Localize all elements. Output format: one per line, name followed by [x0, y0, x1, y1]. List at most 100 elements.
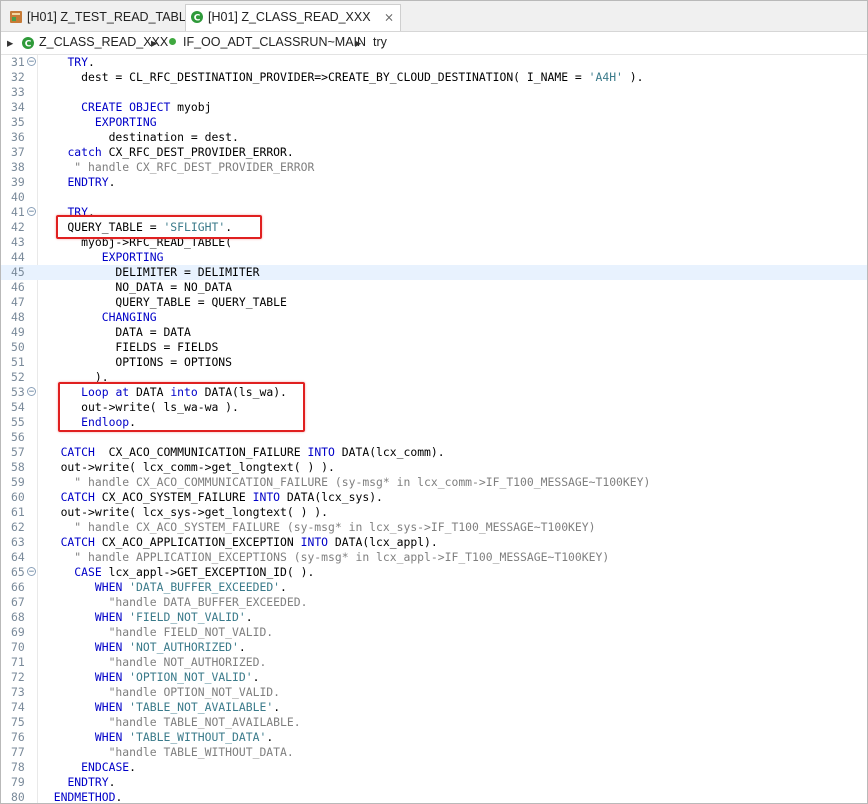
code-text: " handle CX_ACO_COMMUNICATION_FAILURE (s…: [40, 475, 650, 490]
code-line[interactable]: 75 "handle TABLE_NOT_AVAILABLE.: [1, 715, 867, 730]
line-number: 49: [11, 325, 25, 339]
code-line[interactable]: 66 WHEN 'DATA_BUFFER_EXCEEDED'.: [1, 580, 867, 595]
code-token: DATA(lcx_comm).: [334, 445, 445, 459]
code-line[interactable]: 33: [1, 85, 867, 100]
code-line[interactable]: 69 "handle FIELD_NOT_VALID.: [1, 625, 867, 640]
code-line[interactable]: 35 EXPORTING: [1, 115, 867, 130]
code-text: WHEN 'TABLE_WITHOUT_DATA'.: [40, 730, 273, 745]
abap-class-icon: C: [22, 37, 34, 50]
code-line[interactable]: 50 FIELDS = FIELDS: [1, 340, 867, 355]
code-line[interactable]: 36 destination = dest.: [1, 130, 867, 145]
code-line[interactable]: 77 "handle TABLE_WITHOUT_DATA.: [1, 745, 867, 760]
code-line[interactable]: 59 " handle CX_ACO_COMMUNICATION_FAILURE…: [1, 475, 867, 490]
chevron-right-icon[interactable]: ▸: [7, 35, 13, 50]
code-line[interactable]: 58 out->write( lcx_comm->get_longtext( )…: [1, 460, 867, 475]
code-line[interactable]: 74 WHEN 'TABLE_NOT_AVAILABLE'.: [1, 700, 867, 715]
line-number: 43: [11, 235, 25, 249]
code-text: out->write( lcx_comm->get_longtext( ) ).: [40, 460, 335, 475]
code-line[interactable]: 48 CHANGING: [1, 310, 867, 325]
highlight-box-loop: [58, 382, 305, 432]
fold-toggle-icon[interactable]: −: [27, 387, 36, 397]
code-token: lcx_appl->GET_EXCEPTION_ID( ).: [101, 565, 315, 579]
code-token: INTO: [252, 490, 281, 504]
code-line[interactable]: 70 WHEN 'NOT_AUTHORIZED'.: [1, 640, 867, 655]
code-line[interactable]: 62 " handle CX_ACO_SYSTEM_FAILURE (sy-ms…: [1, 520, 867, 535]
line-number: 52: [11, 370, 25, 384]
code-line[interactable]: 37 catch CX_RFC_DEST_PROVIDER_ERROR.: [1, 145, 867, 160]
code-text: " handle CX_ACO_SYSTEM_FAILURE (sy-msg* …: [40, 520, 595, 535]
code-token: " handle APPLICATION_EXCEPTIONS (sy-msg*…: [40, 550, 610, 564]
code-token: DATA(lcx_appl).: [328, 535, 438, 549]
abap-class-icon: C: [191, 11, 203, 24]
code-token: .: [245, 610, 253, 624]
code-token: WHEN: [94, 610, 123, 624]
code-line[interactable]: 49 DATA = DATA: [1, 325, 867, 340]
code-token: dest = CL_RFC_DESTINATION_PROVIDER=>CREA…: [40, 70, 589, 84]
code-line[interactable]: 61 out->write( lcx_sys->get_longtext( ) …: [1, 505, 867, 520]
code-token: .: [280, 580, 287, 594]
line-number: 56: [11, 430, 25, 444]
fold-toggle-icon[interactable]: −: [27, 567, 36, 577]
code-line[interactable]: 34 CREATE OBJECT myobj: [1, 100, 867, 115]
code-line[interactable]: 38 " handle CX_RFC_DEST_PROVIDER_ERROR: [1, 160, 867, 175]
line-number: 39: [11, 175, 25, 189]
line-number: 32: [11, 70, 25, 84]
code-token: 'TABLE_WITHOUT_DATA': [129, 730, 267, 744]
code-line[interactable]: 47 QUERY_TABLE = QUERY_TABLE: [1, 295, 867, 310]
code-token: CASE: [74, 565, 102, 579]
code-line[interactable]: 78 ENDCASE.: [1, 760, 867, 775]
code-line[interactable]: 76 WHEN 'TABLE_WITHOUT_DATA'.: [1, 730, 867, 745]
code-line[interactable]: 56: [1, 430, 867, 445]
code-line[interactable]: 63 CATCH CX_ACO_APPLICATION_EXCEPTION IN…: [1, 535, 867, 550]
breadcrumb-item-method[interactable]: IF_OO_ADT_CLASSRUN~MAIN: [183, 35, 366, 49]
code-token: "handle NOT_AUTHORIZED.: [40, 655, 267, 669]
breadcrumb-item-class[interactable]: Z_CLASS_READ_XXX: [39, 35, 168, 49]
fold-toggle-icon[interactable]: −: [27, 207, 36, 217]
code-line[interactable]: 72 WHEN 'OPTION_NOT_VALID'.: [1, 670, 867, 685]
code-token: ENDMETHOD: [53, 790, 116, 804]
code-line[interactable]: 39 ENDTRY.: [1, 175, 867, 190]
code-text: " handle CX_RFC_DEST_PROVIDER_ERROR: [40, 160, 314, 175]
code-token: NO_DATA = NO_DATA: [40, 280, 233, 294]
code-line[interactable]: 79 ENDTRY.: [1, 775, 867, 790]
code-token: "handle TABLE_NOT_AVAILABLE.: [40, 715, 301, 729]
code-line[interactable]: 71 "handle NOT_AUTHORIZED.: [1, 655, 867, 670]
code-line[interactable]: 51 OPTIONS = OPTIONS: [1, 355, 867, 370]
code-line[interactable]: 73 "handle OPTION_NOT_VALID.: [1, 685, 867, 700]
code-line[interactable]: 68 WHEN 'FIELD_NOT_VALID'.: [1, 610, 867, 625]
code-text: CASE lcx_appl->GET_EXCEPTION_ID( ).: [40, 565, 314, 580]
line-number: 40: [11, 190, 25, 204]
fold-toggle-icon[interactable]: −: [27, 57, 36, 67]
code-token: 'FIELD_NOT_VALID': [129, 610, 246, 624]
code-line[interactable]: 64 " handle APPLICATION_EXCEPTIONS (sy-m…: [1, 550, 867, 565]
code-line[interactable]: 32 dest = CL_RFC_DESTINATION_PROVIDER=>C…: [1, 70, 867, 85]
code-line[interactable]: 57 CATCH CX_ACO_COMMUNICATION_FAILURE IN…: [1, 445, 867, 460]
code-token: ENDTRY: [67, 775, 109, 789]
line-number: 62: [11, 520, 25, 534]
line-number: 42: [11, 220, 25, 234]
code-text: WHEN 'OPTION_NOT_VALID'.: [40, 670, 260, 685]
code-line[interactable]: 60 CATCH CX_ACO_SYSTEM_FAILURE INTO DATA…: [1, 490, 867, 505]
line-number: 47: [11, 295, 25, 309]
code-line[interactable]: 31− TRY.: [1, 55, 867, 70]
code-line[interactable]: 46 NO_DATA = NO_DATA: [1, 280, 867, 295]
breadcrumb-item-try[interactable]: try: [373, 35, 387, 49]
code-line[interactable]: 65− CASE lcx_appl->GET_EXCEPTION_ID( ).: [1, 565, 867, 580]
line-number: 57: [11, 445, 25, 459]
code-line[interactable]: 45 DELIMITER = DELIMITER: [1, 265, 867, 280]
tab-z-class-read-xxx[interactable]: C [H01] Z_CLASS_READ_XXX ⨯: [185, 4, 401, 31]
code-line[interactable]: 44 EXPORTING: [1, 250, 867, 265]
code-line[interactable]: 80 ENDMETHOD.: [1, 790, 867, 804]
code-token: CATCH: [60, 445, 95, 459]
code-token: WHEN: [94, 640, 123, 654]
code-line[interactable]: 40: [1, 190, 867, 205]
code-token: .: [238, 640, 246, 654]
line-number: 77: [11, 745, 25, 759]
tab-z-test-read-table[interactable]: [H01] Z_TEST_READ_TABLE: [5, 5, 202, 31]
code-line[interactable]: 67 "handle DATA_BUFFER_EXCEEDED.: [1, 595, 867, 610]
close-icon[interactable]: ⨯: [384, 5, 394, 29]
code-token: EXPORTING: [94, 115, 157, 129]
